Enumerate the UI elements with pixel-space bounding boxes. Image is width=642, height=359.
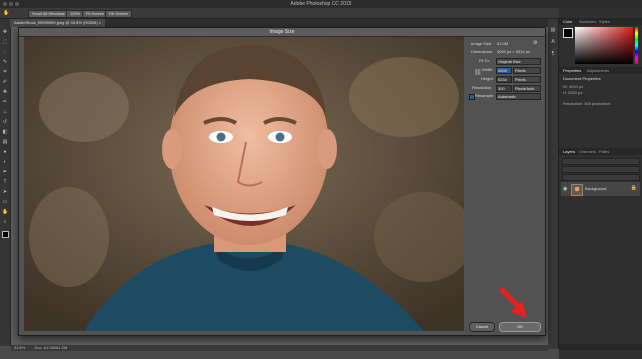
fit-to-label: Fit To:	[479, 58, 490, 63]
eyedropper-tool-icon[interactable]: ✐	[2, 79, 8, 85]
tab-color[interactable]: Color	[563, 18, 573, 25]
resample-select[interactable]: Automatic	[496, 93, 541, 100]
history-panel-icon[interactable]: ▤	[550, 27, 556, 33]
panel-icon-strip: ▤ A ¶	[548, 19, 559, 349]
right-panels: Color Swatches Styles Properties Adjustm…	[559, 8, 642, 359]
paragraph-panel-icon[interactable]: ¶	[550, 51, 556, 57]
tab-swatches[interactable]: Swatches	[579, 18, 596, 25]
layers-blend-row[interactable]	[562, 166, 640, 173]
properties-title: Document Properties	[563, 76, 601, 81]
zoom-level[interactable]: 33.6%	[14, 345, 25, 350]
cancel-button[interactable]: Cancel	[469, 322, 495, 332]
properties-panel-header: Properties Adjustments	[559, 67, 642, 74]
move-tool-icon[interactable]: ✥	[2, 29, 8, 35]
history-brush-tool-icon[interactable]: ↺	[2, 119, 8, 125]
options-bar: ✋ Scroll All Windows 100% Fit Screen Fil…	[0, 8, 642, 19]
width-label: Width:	[482, 67, 494, 72]
tab-channels[interactable]: Channels	[579, 148, 596, 155]
resample-label: Resample:	[475, 93, 495, 98]
doc-size: Doc: 61.0M/61.0M	[34, 345, 68, 350]
ok-button[interactable]: OK	[499, 322, 541, 332]
layers-panel-header: Layers Channels Paths	[559, 148, 642, 155]
fg-bg-swatches[interactable]	[563, 28, 573, 38]
resolution-unit-select[interactable]: Pixels/Inch	[513, 85, 541, 92]
crop-tool-icon[interactable]: ⌗	[2, 69, 8, 75]
dialog-title: Image Size	[19, 28, 545, 37]
resolution-label: Resolution:	[472, 85, 493, 90]
title-bar: Adobe Photoshop CC 2015	[0, 0, 642, 8]
properties-resolution: Resolution: 300 pixels/inch	[563, 101, 611, 106]
layer-name: Background	[585, 186, 607, 191]
image-preview[interactable]	[24, 37, 464, 331]
tools-panel: ✥ ⬚ ◌ ✎ ⌗ ✐ ✚ ✏ ⊥ ↺ ◧ ▤ ● ◐ ✒ T ➤ ▭ ✋ ⌕	[0, 19, 11, 346]
gradient-tool-icon[interactable]: ▤	[2, 139, 8, 145]
settings-gear-icon[interactable]: ⚙	[533, 40, 537, 46]
layer-thumbnail	[571, 184, 583, 196]
window-title: Adobe Photoshop CC 2015	[290, 1, 352, 7]
hand-tool-icon: ✋	[3, 10, 10, 16]
tab-styles[interactable]: Styles	[599, 18, 610, 25]
height-input[interactable]: 5334	[496, 76, 512, 83]
zoom-tool-icon[interactable]: ⌕	[2, 219, 8, 225]
layers-lock-row[interactable]	[562, 174, 640, 181]
color-picker-field[interactable]	[575, 27, 633, 64]
fit-to-select[interactable]: Original Size	[496, 58, 541, 65]
shape-tool-icon[interactable]: ▭	[2, 199, 8, 205]
resolution-input[interactable]: 300	[496, 85, 512, 92]
annotation-arrow-icon	[499, 287, 527, 318]
foreground-color-swatch[interactable]	[2, 231, 9, 238]
character-panel-icon[interactable]: A	[550, 39, 556, 45]
type-tool-icon[interactable]: T	[2, 179, 8, 185]
layers-filter-row[interactable]	[562, 158, 640, 165]
document-tab-bar: AdobeStock_99999999.jpeg @ 33.6% (RGB/8)…	[10, 19, 548, 27]
pen-tool-icon[interactable]: ✒	[2, 169, 8, 175]
image-size-label: Image Size:	[471, 41, 493, 46]
width-unit-select[interactable]: Pixels	[513, 67, 541, 74]
document-tab[interactable]: AdobeStock_99999999.jpeg @ 33.6% (RGB/8)…	[10, 19, 106, 27]
tab-properties[interactable]: Properties	[563, 67, 581, 74]
quick-select-tool-icon[interactable]: ✎	[2, 59, 8, 65]
brush-tool-icon[interactable]: ✏	[2, 99, 8, 105]
healing-brush-tool-icon[interactable]: ✚	[2, 89, 8, 95]
fill-screen-button[interactable]: Fill Screen	[105, 10, 132, 18]
color-panel-header: Color Swatches Styles	[559, 18, 642, 25]
marquee-tool-icon[interactable]: ⬚	[2, 39, 8, 45]
dimensions-label: Dimensions:	[471, 49, 494, 54]
hue-slider[interactable]	[635, 27, 638, 64]
hand-tool-icon[interactable]: ✋	[2, 209, 8, 215]
clone-stamp-tool-icon[interactable]: ⊥	[2, 109, 8, 115]
document-tab-label: AdobeStock_99999999.jpeg @ 33.6% (RGB/8)	[14, 20, 98, 25]
status-bar: 33.6% Doc: 61.0M/61.0M	[11, 345, 548, 351]
eye-icon[interactable]: ◉	[563, 186, 567, 192]
height-label: Height:	[481, 76, 494, 81]
properties-height: H: 5334 px	[563, 90, 583, 95]
height-unit-select[interactable]: Pixels	[513, 76, 541, 83]
image-size-dialog: Image Size Image Size: 61.0M ⚙ Dimension…	[18, 27, 546, 336]
tab-layers[interactable]: Layers	[563, 148, 575, 155]
path-select-tool-icon[interactable]: ➤	[2, 189, 8, 195]
lasso-tool-icon[interactable]: ◌	[2, 49, 8, 55]
layer-row-background[interactable]: ◉ Background 🔒	[561, 182, 640, 196]
lock-icon: 🔒	[630, 185, 637, 191]
width-input[interactable]: 4000	[496, 67, 512, 74]
blur-tool-icon[interactable]: ●	[2, 149, 8, 155]
dodge-tool-icon[interactable]: ◐	[2, 159, 8, 165]
link-constrain-icon[interactable]: ⛓	[474, 69, 482, 76]
dimensions-value: 4000 px × 5334 px	[497, 49, 531, 54]
image-size-value: 61.0M	[497, 41, 509, 46]
tab-adjustments[interactable]: Adjustments	[587, 67, 609, 74]
scroll-all-windows-checkbox[interactable]: Scroll All Windows	[28, 10, 69, 18]
eraser-tool-icon[interactable]: ◧	[2, 129, 8, 135]
layers-footer	[559, 344, 642, 350]
portrait-photo	[24, 37, 464, 331]
tab-paths[interactable]: Paths	[599, 148, 609, 155]
